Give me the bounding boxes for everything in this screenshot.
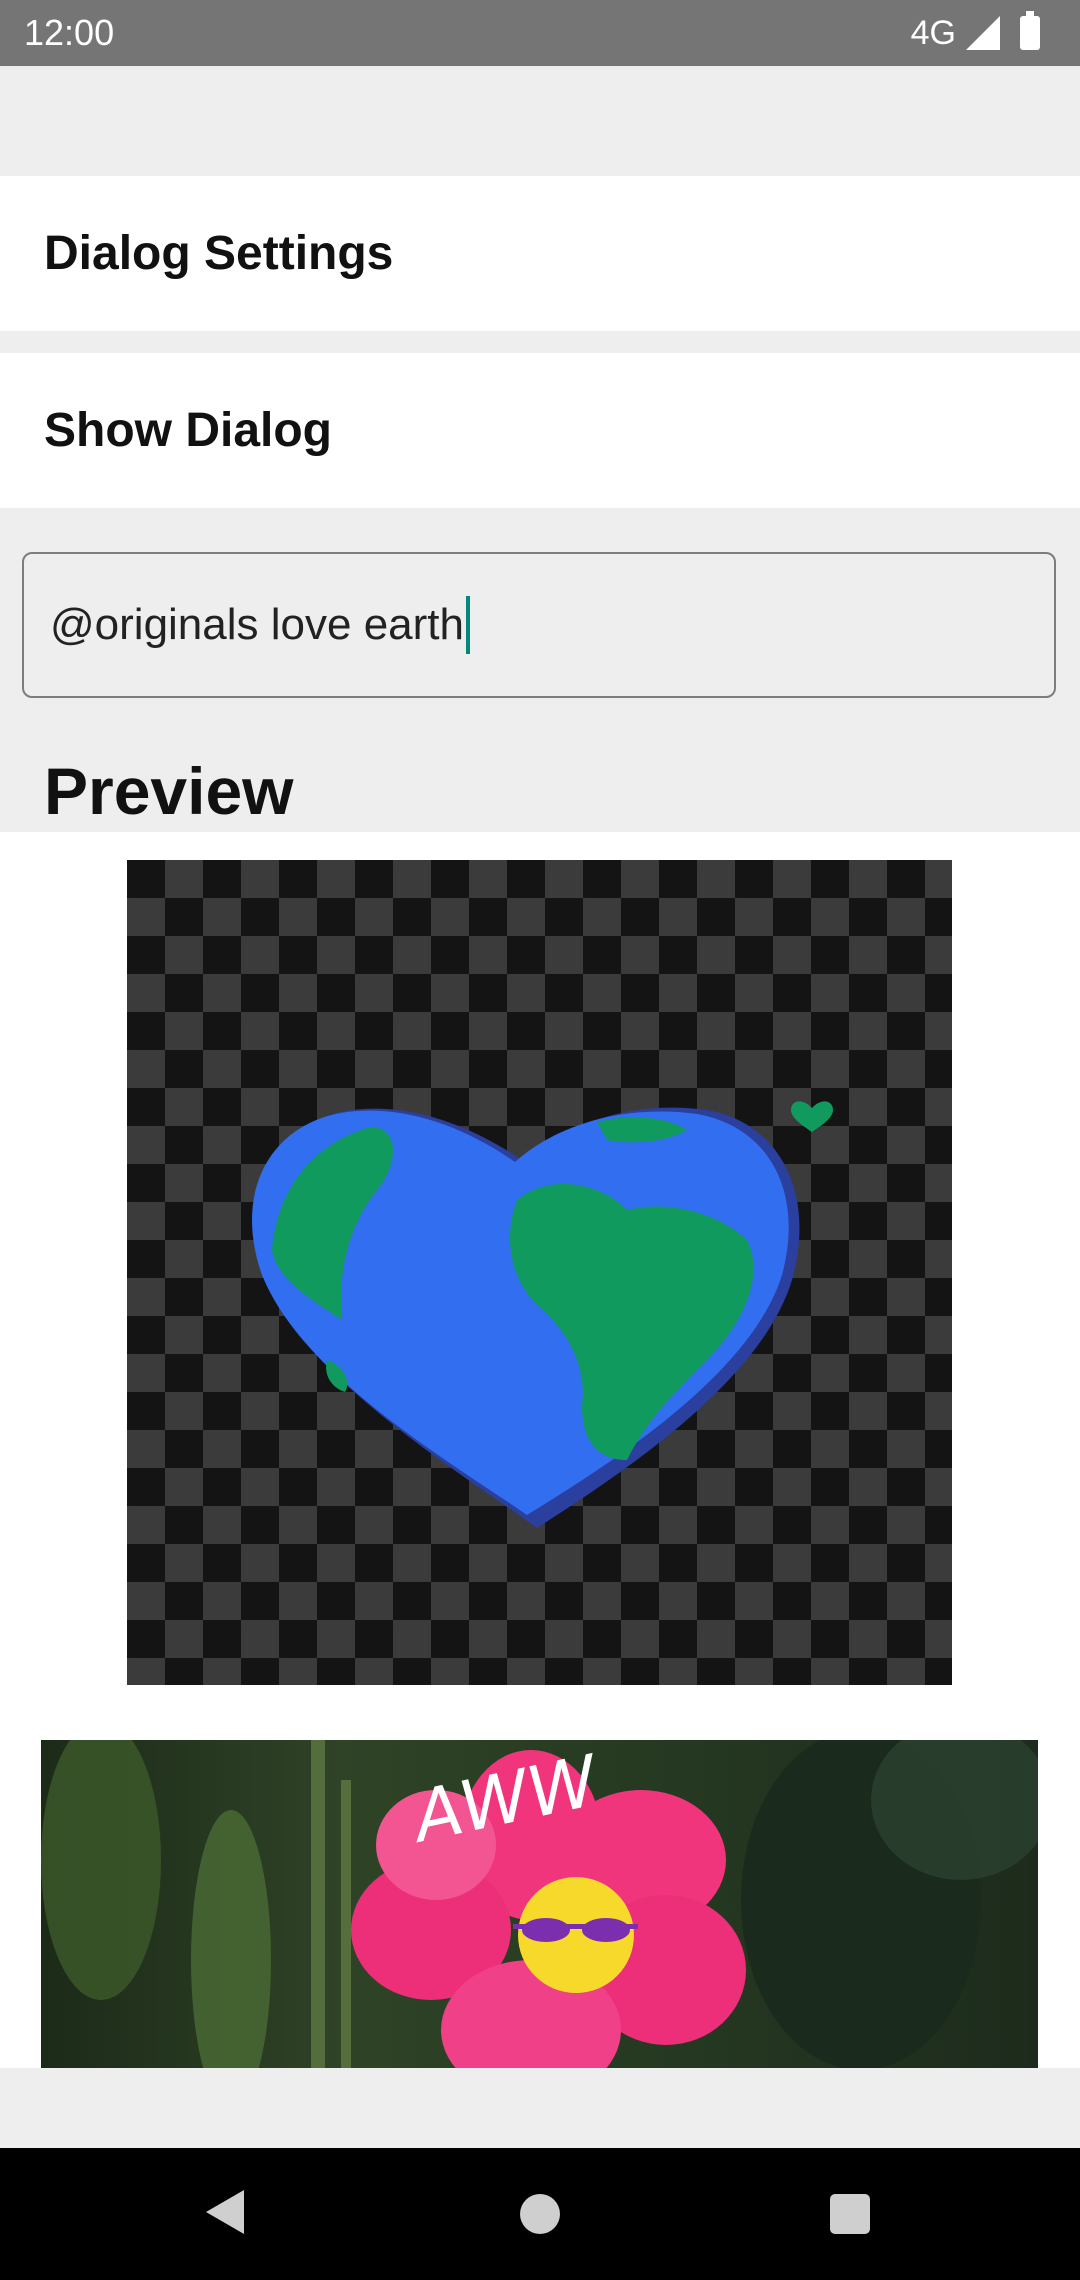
status-time: 12:00 bbox=[24, 12, 115, 53]
status-icons: 4G bbox=[910, 11, 1040, 54]
battery-icon bbox=[1020, 11, 1040, 50]
search-input-value: @originals love earth bbox=[50, 600, 464, 649]
search-input-value-wrap: @originals love earth bbox=[50, 554, 470, 696]
network-type: 4G bbox=[910, 14, 956, 52]
show-dialog-row[interactable]: Show Dialog bbox=[0, 353, 1080, 508]
dialog-settings-row[interactable]: Dialog Settings bbox=[0, 176, 1080, 331]
show-dialog-label: Show Dialog bbox=[44, 404, 332, 457]
home-icon[interactable] bbox=[520, 2194, 560, 2234]
back-icon[interactable] bbox=[206, 2190, 244, 2234]
preview-area: AWW bbox=[0, 832, 1080, 2068]
earth-heart-sticker-icon bbox=[251, 1101, 833, 1528]
search-input[interactable]: @originals love earth bbox=[22, 552, 1056, 698]
dialog-settings-label: Dialog Settings bbox=[44, 227, 394, 280]
text-cursor bbox=[465, 596, 470, 654]
aww-flower-gif[interactable]: AWW bbox=[41, 1740, 1038, 2068]
navigation-bar bbox=[0, 2148, 1080, 2280]
signal-icon bbox=[966, 16, 1000, 50]
preview-title: Preview bbox=[44, 754, 294, 828]
recent-apps-icon[interactable] bbox=[830, 2194, 870, 2234]
earth-heart-gif[interactable] bbox=[127, 860, 952, 1685]
status-bar: 12:00 4G bbox=[0, 0, 1080, 66]
